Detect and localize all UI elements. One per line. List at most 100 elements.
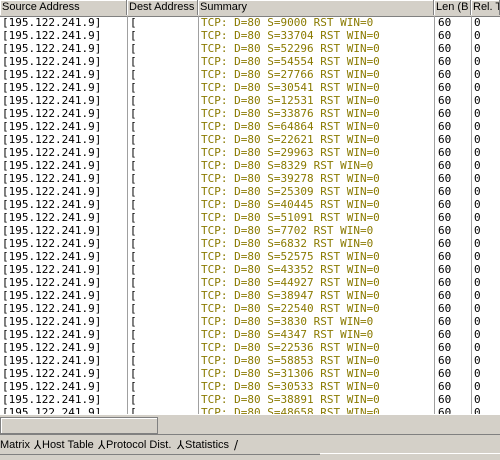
relative-time-cell: 0 — [474, 406, 481, 414]
source-address-cell: [195.122.241.9] — [2, 393, 102, 406]
length-cell: 60 — [438, 237, 452, 250]
summary-cell: TCP: D=80 S=22536 RST WIN=0 — [201, 341, 380, 354]
relative-time-cell: 0 — [474, 81, 481, 94]
table-row[interactable]: [195.122.241.9] [TCP: D=80 S=52296 RST WI… — [0, 42, 500, 55]
dest-address-cell: [ — [130, 159, 137, 172]
column-header-dest-address[interactable]: Dest Address — [127, 0, 198, 15]
table-row[interactable]: [195.122.241.9] [TCP: D=80 S=54554 RST WI… — [0, 55, 500, 68]
length-cell: 60 — [438, 133, 452, 146]
table-row[interactable]: [195.122.241.9] [TCP: D=80 S=44927 RST WI… — [0, 276, 500, 289]
table-row[interactable]: [195.122.241.9] [TCP: D=80 S=43352 RST WI… — [0, 263, 500, 276]
table-row[interactable]: [195.122.241.9] [TCP: D=80 S=58853 RST WI… — [0, 354, 500, 367]
packet-list-grid[interactable]: Source Address Dest Address Summary Len … — [0, 0, 500, 414]
relative-time-cell: 0 — [474, 393, 481, 406]
source-address-cell: [195.122.241.9] — [2, 224, 102, 237]
column-divider — [471, 16, 472, 414]
table-row[interactable]: [195.122.241.9] [TCP: D=80 S=48658 RST WI… — [0, 406, 500, 414]
source-address-cell: [195.122.241.9] — [2, 94, 102, 107]
source-address-cell: [195.122.241.9] — [2, 159, 102, 172]
table-row[interactable]: [195.122.241.9] [TCP: D=80 S=22540 RST WI… — [0, 302, 500, 315]
scrollbar-thumb[interactable] — [0, 417, 158, 434]
dest-address-cell: [ — [130, 380, 137, 393]
summary-cell: TCP: D=80 S=8329 RST WIN=0 — [201, 159, 374, 172]
column-header-relative-time[interactable]: Rel. T — [471, 0, 500, 15]
length-cell: 60 — [438, 94, 452, 107]
source-address-cell: [195.122.241.9] — [2, 302, 102, 315]
relative-time-cell: 0 — [474, 341, 481, 354]
relative-time-cell: 0 — [474, 289, 481, 302]
table-row[interactable]: [195.122.241.9] [TCP: D=80 S=22621 RST WI… — [0, 133, 500, 146]
table-row[interactable]: [195.122.241.9] [TCP: D=80 S=3830 RST WIN… — [0, 315, 500, 328]
tab-statistics[interactable]: Statistics — [181, 437, 233, 453]
table-row[interactable]: [195.122.241.9] [TCP: D=80 S=9000 RST WIN… — [0, 16, 500, 29]
table-row[interactable]: [195.122.241.9] [TCP: D=80 S=64864 RST WI… — [0, 120, 500, 133]
table-row[interactable]: [195.122.241.9] [TCP: D=80 S=7702 RST WIN… — [0, 224, 500, 237]
length-cell: 60 — [438, 250, 452, 263]
column-header-source-address[interactable]: Source Address — [0, 0, 127, 15]
length-cell: 60 — [438, 185, 452, 198]
summary-cell: TCP: D=80 S=31306 RST WIN=0 — [201, 367, 380, 380]
length-cell: 60 — [438, 29, 452, 42]
relative-time-cell: 0 — [474, 55, 481, 68]
table-row[interactable]: [195.122.241.9] [TCP: D=80 S=39278 RST WI… — [0, 172, 500, 185]
column-header-summary[interactable]: Summary — [198, 0, 434, 15]
relative-time-cell: 0 — [474, 315, 481, 328]
dest-address-cell: [ — [130, 55, 137, 68]
table-row[interactable]: [195.122.241.9] [TCP: D=80 S=30533 RST WI… — [0, 380, 500, 393]
table-row[interactable]: [195.122.241.9] [TCP: D=80 S=33704 RST WI… — [0, 29, 500, 42]
relative-time-cell: 0 — [474, 211, 481, 224]
dest-address-cell: [ — [130, 42, 137, 55]
dest-address-cell: [ — [130, 16, 137, 29]
length-cell: 60 — [438, 16, 452, 29]
tab-host-table[interactable]: Host Table — [38, 437, 98, 453]
length-cell: 60 — [438, 393, 452, 406]
table-row[interactable]: [195.122.241.9] [TCP: D=80 S=38947 RST WI… — [0, 289, 500, 302]
table-row[interactable]: [195.122.241.9] [TCP: D=80 S=27766 RST WI… — [0, 68, 500, 81]
relative-time-cell: 0 — [474, 172, 481, 185]
table-row[interactable]: [195.122.241.9] [TCP: D=80 S=12531 RST WI… — [0, 94, 500, 107]
table-row[interactable]: [195.122.241.9] [TCP: D=80 S=6832 RST WIN… — [0, 237, 500, 250]
summary-cell: TCP: D=80 S=33704 RST WIN=0 — [201, 29, 380, 42]
table-row[interactable]: [195.122.241.9] [TCP: D=80 S=22536 RST WI… — [0, 341, 500, 354]
summary-cell: TCP: D=80 S=51091 RST WIN=0 — [201, 211, 380, 224]
length-cell: 60 — [438, 380, 452, 393]
tab-matrix[interactable]: Matrix — [0, 437, 34, 453]
table-row[interactable]: [195.122.241.9] [TCP: D=80 S=51091 RST WI… — [0, 211, 500, 224]
length-cell: 60 — [438, 42, 452, 55]
length-cell: 60 — [438, 81, 452, 94]
relative-time-cell: 0 — [474, 68, 481, 81]
summary-cell: TCP: D=80 S=29963 RST WIN=0 — [201, 146, 380, 159]
relative-time-cell: 0 — [474, 276, 481, 289]
relative-time-cell: 0 — [474, 302, 481, 315]
horizontal-scrollbar[interactable] — [0, 414, 500, 435]
dest-address-cell: [ — [130, 250, 137, 263]
summary-cell: TCP: D=80 S=64864 RST WIN=0 — [201, 120, 380, 133]
table-row[interactable]: [195.122.241.9] [TCP: D=80 S=40445 RST WI… — [0, 198, 500, 211]
table-row[interactable]: [195.122.241.9] [TCP: D=80 S=29963 RST WI… — [0, 146, 500, 159]
length-cell: 60 — [438, 198, 452, 211]
tab-bar-filler — [320, 453, 500, 460]
summary-cell: TCP: D=80 S=52296 RST WIN=0 — [201, 42, 380, 55]
table-row[interactable]: [195.122.241.9] [TCP: D=80 S=30541 RST WI… — [0, 81, 500, 94]
table-row[interactable]: [195.122.241.9] [TCP: D=80 S=52575 RST WI… — [0, 250, 500, 263]
summary-cell: TCP: D=80 S=40445 RST WIN=0 — [201, 198, 380, 211]
summary-cell: TCP: D=80 S=39278 RST WIN=0 — [201, 172, 380, 185]
table-row[interactable]: [195.122.241.9] [ TCP: D=80 S=8329 RST WIN… — [0, 159, 500, 172]
dest-address-cell: [ — [130, 172, 137, 185]
table-row[interactable]: [195.122.241.9] [TCP: D=80 S=25309 RST WI… — [0, 185, 500, 198]
table-row[interactable]: [195.122.241.9] [TCP: D=80 S=4347 RST WIN… — [0, 328, 500, 341]
dest-address-cell: [ — [130, 81, 137, 94]
summary-cell: TCP: D=80 S=25309 RST WIN=0 — [201, 185, 380, 198]
table-row[interactable]: [195.122.241.9] [TCP: D=80 S=38891 RST WI… — [0, 393, 500, 406]
relative-time-cell: 0 — [474, 94, 481, 107]
table-row[interactable]: [195.122.241.9] [TCP: D=80 S=33876 RST WI… — [0, 107, 500, 120]
length-cell: 60 — [438, 55, 452, 68]
tab-protocol-dist[interactable]: Protocol Dist. — [102, 437, 175, 453]
length-cell: 60 — [438, 289, 452, 302]
summary-cell: TCP: D=80 S=43352 RST WIN=0 — [201, 263, 380, 276]
table-row[interactable]: [195.122.241.9] [TCP: D=80 S=31306 RST WI… — [0, 367, 500, 380]
column-header-length[interactable]: Len (B — [434, 0, 471, 15]
relative-time-cell: 0 — [474, 198, 481, 211]
summary-cell: TCP: D=80 S=52575 RST WIN=0 — [201, 250, 380, 263]
column-header-row: Source Address Dest Address Summary Len … — [0, 0, 500, 17]
